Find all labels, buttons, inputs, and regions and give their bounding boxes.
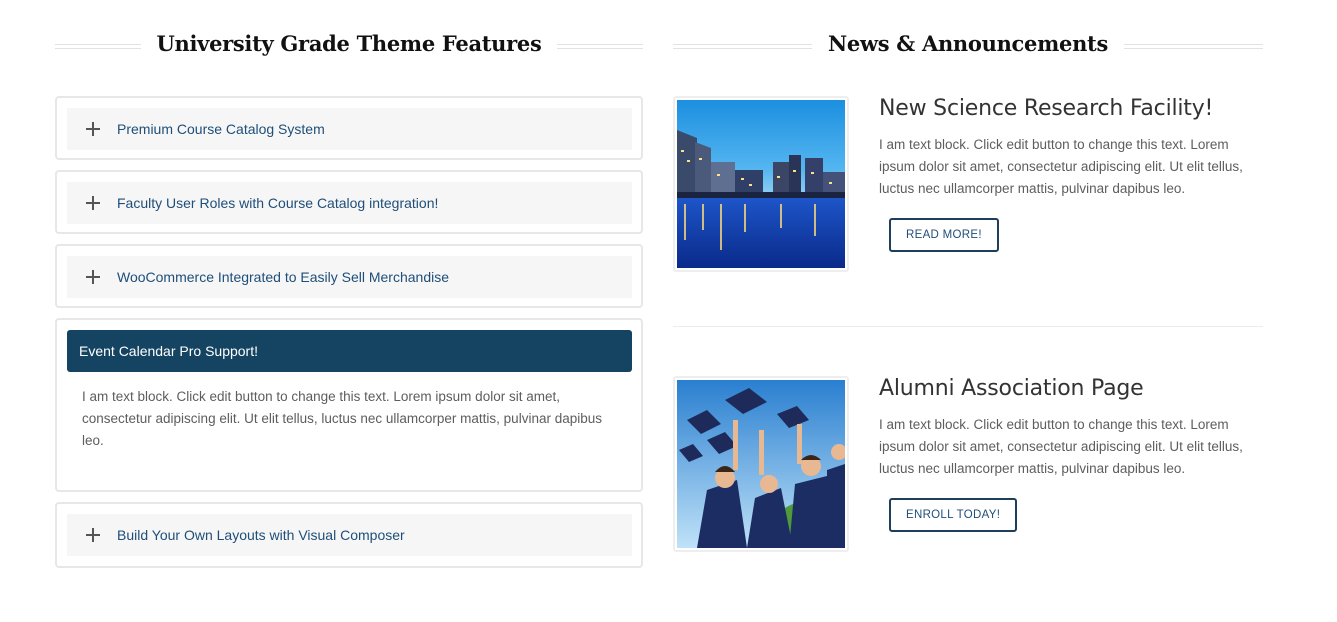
news-heading: News & Announcements [673,31,1263,56]
plus-icon [86,196,100,210]
research-facility-image[interactable] [673,96,849,272]
accordion-label: Faculty User Roles with Course Catalog i… [117,195,439,211]
accordion-item: Build Your Own Layouts with Visual Compo… [55,502,643,568]
accordion-label: Build Your Own Layouts with Visual Compo… [117,527,405,543]
plus-icon [86,528,100,542]
accordion-item: WooCommerce Integrated to Easily Sell Me… [55,244,643,308]
plus-icon [86,270,100,284]
news-item: Alumni Association Page I am text block.… [673,376,1263,552]
accordion-label: Premium Course Catalog System [117,121,325,137]
graduates-image[interactable] [673,376,849,552]
news-text: I am text block. Click edit button to ch… [879,137,1243,196]
accordion-item: Faculty User Roles with Course Catalog i… [55,170,643,234]
news-item: New Science Research Facility! I am text… [673,96,1263,272]
accordion-label: Event Calendar Pro Support! [79,343,258,359]
news-title[interactable]: Alumni Association Page [879,376,1144,401]
features-heading-block: University Grade Theme Features [55,0,643,90]
accordion-item: Premium Course Catalog System [55,96,643,160]
accordion-toggle-active[interactable]: Event Calendar Pro Support! [67,330,632,372]
accordion-label: WooCommerce Integrated to Easily Sell Me… [117,269,450,285]
news-heading-block: News & Announcements [673,0,1263,90]
features-column: University Grade Theme Features Premium … [55,0,643,568]
news-column: News & Announcements New Science Researc… [673,0,1263,552]
accordion-toggle[interactable]: WooCommerce Integrated to Easily Sell Me… [67,256,632,298]
accordion-toggle[interactable]: Premium Course Catalog System [67,108,632,150]
news-title[interactable]: New Science Research Facility! [879,96,1213,121]
plus-icon [86,122,100,136]
read-more-button[interactable]: READ MORE! [889,218,999,252]
accordion-toggle[interactable]: Faculty User Roles with Course Catalog i… [67,182,632,224]
features-heading: University Grade Theme Features [55,31,643,56]
enroll-today-button[interactable]: ENROLL TODAY! [889,498,1018,532]
accordion-body-text: I am text block. Click edit button to ch… [82,389,602,448]
news-divider [673,326,1263,327]
news-text: I am text block. Click edit button to ch… [879,417,1243,476]
accordion-toggle[interactable]: Build Your Own Layouts with Visual Compo… [67,514,632,556]
accordion-item-open: Event Calendar Pro Support! I am text bl… [55,318,643,492]
